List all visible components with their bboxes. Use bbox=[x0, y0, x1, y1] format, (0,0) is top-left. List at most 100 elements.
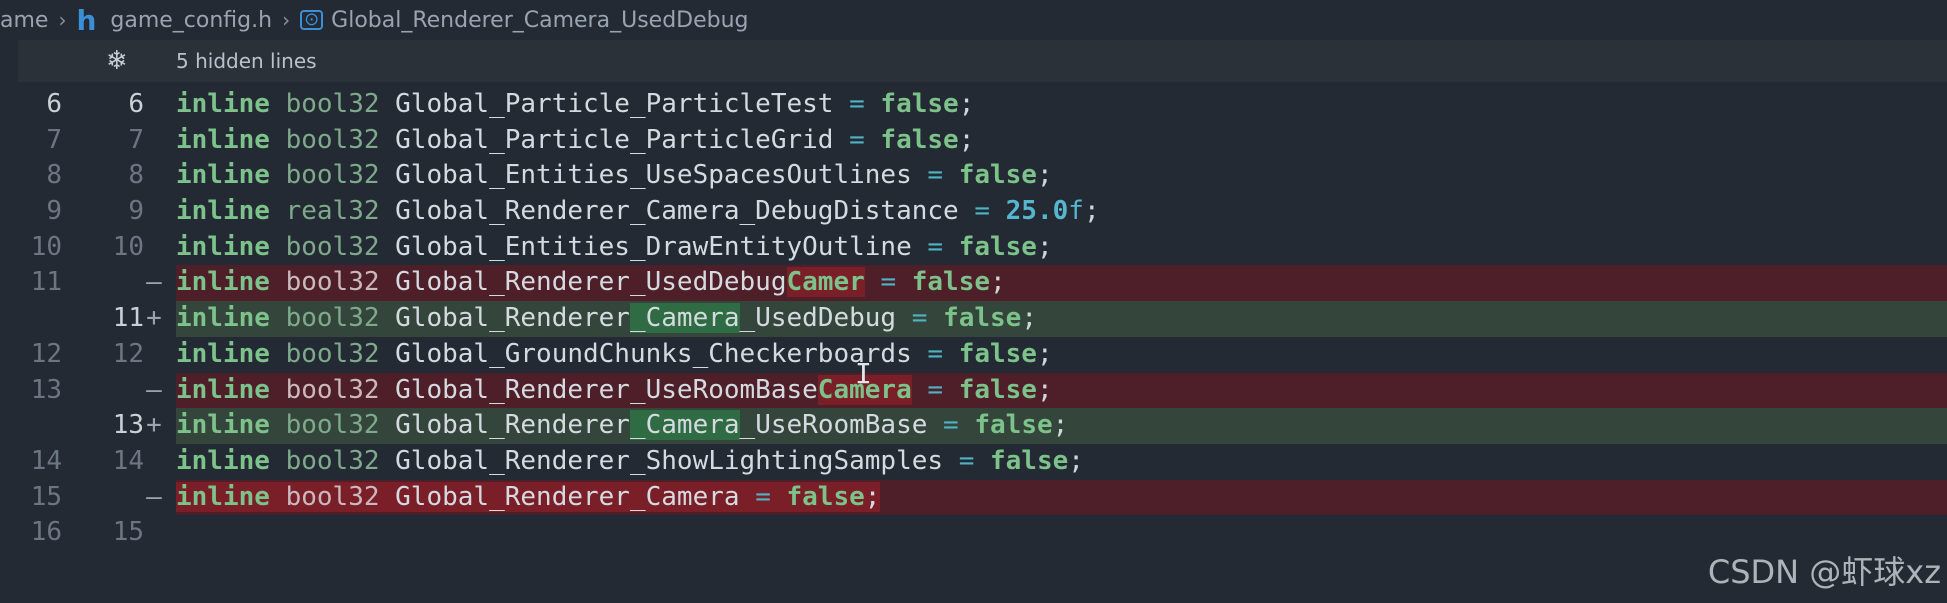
code-token: inline bbox=[176, 231, 270, 262]
code-token: ; bbox=[1036, 231, 1053, 262]
code-token: inline bbox=[176, 303, 270, 334]
diff-line-added[interactable]: 11 + inline bool32 Global_Renderer_Camera_… bbox=[0, 301, 1947, 337]
diff-line-context[interactable]: 6 6 inline bool32 Global_Particle_Particle… bbox=[0, 87, 1947, 123]
hidden-lines-bar[interactable]: ❄ 5 hidden lines bbox=[18, 40, 1947, 82]
removed-marker: — bbox=[146, 481, 162, 512]
code-token: _UseRoomBase bbox=[739, 410, 928, 441]
code-token bbox=[770, 481, 787, 512]
code-token: = bbox=[958, 445, 975, 476]
code-token: ; bbox=[1036, 160, 1053, 191]
breadcrumb-root[interactable]: ame bbox=[0, 8, 48, 33]
original-line-number: 12 bbox=[30, 338, 62, 369]
code-token: = bbox=[849, 89, 865, 119]
original-line-number: 15 bbox=[30, 481, 62, 512]
original-line-number: 6 bbox=[46, 89, 62, 119]
diff-line-context[interactable]: 9 9 inline real32 Global_Renderer_Camera_D… bbox=[0, 194, 1947, 230]
breadcrumb-file[interactable]: game_config.h bbox=[110, 8, 272, 33]
code-line[interactable]: inline bool32 Global_Entities_DrawEntity… bbox=[176, 230, 1947, 266]
original-line-number: 7 bbox=[46, 124, 62, 155]
diff-line-context[interactable]: 8 8 inline bool32 Global_Entities_UseSpace… bbox=[0, 158, 1947, 194]
code-token: Global_Renderer bbox=[395, 410, 630, 441]
code-token: Global_Renderer_Camera_DebugDistance bbox=[395, 196, 959, 227]
diff-line-context[interactable]: 10 10 inline bool32 Global_Entities_DrawEn… bbox=[0, 230, 1947, 266]
code-token: ; bbox=[958, 89, 975, 119]
code-token: bool32 bbox=[285, 374, 380, 405]
watermark: CSDN @虾球xz bbox=[1707, 553, 1941, 591]
code-token: false bbox=[880, 124, 959, 155]
code-line[interactable] bbox=[176, 515, 1947, 551]
code-line[interactable]: inline bool32 Global_Renderer_Camera_Use… bbox=[176, 301, 1947, 337]
code-token: bool32 bbox=[285, 160, 380, 191]
code-token: bool32 bbox=[285, 231, 380, 262]
code-token: false bbox=[958, 160, 1037, 191]
code-token: bool32 bbox=[285, 445, 380, 476]
code-line[interactable]: inline bool32 Global_Particle_ParticleTe… bbox=[176, 87, 1947, 123]
diff-line-context[interactable]: 14 14 inline bool32 Global_Renderer_ShowLi… bbox=[0, 444, 1947, 480]
code-token: bool32 bbox=[285, 124, 380, 155]
code-line[interactable]: inline bool32 Global_Renderer_Camera = f… bbox=[176, 479, 1947, 516]
code-token: Camer bbox=[786, 267, 865, 298]
diff-line-context[interactable]: 7 7 inline bool32 Global_Particle_Particle… bbox=[0, 123, 1947, 159]
code-line[interactable]: inline bool32 Global_Particle_ParticleGr… bbox=[176, 123, 1947, 159]
code-token: false bbox=[911, 267, 991, 298]
code-token: false bbox=[958, 231, 1037, 262]
code-token: = bbox=[911, 303, 928, 334]
breadcrumb-symbol[interactable]: Global_Renderer_Camera_UsedDebug bbox=[331, 8, 748, 33]
code-token: Global_GroundChunks_Checkerboards bbox=[395, 338, 912, 369]
diff-line-context[interactable]: 12 12 inline bool32 Global_GroundChunks_Ch… bbox=[0, 337, 1947, 373]
code-token: Global_Renderer_UsedDebug bbox=[395, 267, 787, 298]
code-line[interactable]: inline bool32 Global_Entities_UseSpacesO… bbox=[176, 158, 1947, 194]
diff-line-added[interactable]: 13 + inline bool32 Global_Renderer_Camera_… bbox=[0, 408, 1947, 444]
code-line[interactable]: inline bool32 Global_Renderer_UsedDebugC… bbox=[176, 265, 1947, 302]
code-token: = bbox=[849, 124, 865, 155]
chevron-right-icon: › bbox=[58, 8, 67, 32]
original-line-number: 9 bbox=[46, 196, 62, 227]
unfold-icon[interactable]: ❄ bbox=[106, 46, 128, 76]
diff-line-removed[interactable]: 15 — inline bool32 Global_Renderer_Camera … bbox=[0, 479, 1947, 516]
code-line[interactable]: inline bool32 Global_GroundChunks_Checke… bbox=[176, 337, 1947, 373]
code-token: inline bbox=[176, 89, 270, 119]
code-token: ; bbox=[958, 124, 975, 155]
original-line-number: 8 bbox=[46, 160, 62, 191]
code-token bbox=[269, 481, 286, 512]
code-line[interactable]: inline bool32 Global_Renderer_Camera_Use… bbox=[176, 408, 1947, 444]
diff-line-removed[interactable]: 11 — inline bool32 Global_Renderer_UsedDeb… bbox=[0, 265, 1947, 302]
code-token: inline bbox=[176, 267, 270, 298]
diff-editor[interactable]: 6 6 inline bool32 Global_Particle_Particle… bbox=[0, 87, 1947, 551]
removed-marker: — bbox=[146, 374, 162, 405]
added-marker: + bbox=[146, 303, 162, 334]
code-line[interactable]: inline bool32 Global_Renderer_ShowLighti… bbox=[176, 444, 1947, 480]
code-token: _Camera bbox=[629, 303, 740, 334]
code-line[interactable]: inline bool32 Global_Renderer_UseRoomBas… bbox=[176, 372, 1947, 409]
code-token: f bbox=[1068, 196, 1084, 227]
code-line[interactable]: inline real32 Global_Renderer_Camera_Deb… bbox=[176, 194, 1947, 230]
diff-line-removed[interactable]: 13 — inline bool32 Global_Renderer_UseRoom… bbox=[0, 372, 1947, 409]
code-token: ; bbox=[1036, 374, 1053, 405]
code-token: Global_Renderer_ShowLightingSamples bbox=[395, 445, 944, 476]
diff-line-context[interactable]: 16 15 bbox=[0, 515, 1947, 551]
code-token: = bbox=[927, 374, 944, 405]
original-line-number: 10 bbox=[30, 231, 62, 262]
code-token: = bbox=[880, 267, 897, 298]
modified-line-number: 7 bbox=[128, 124, 144, 155]
code-token: inline bbox=[176, 196, 270, 227]
h-file-icon: h bbox=[76, 3, 97, 37]
